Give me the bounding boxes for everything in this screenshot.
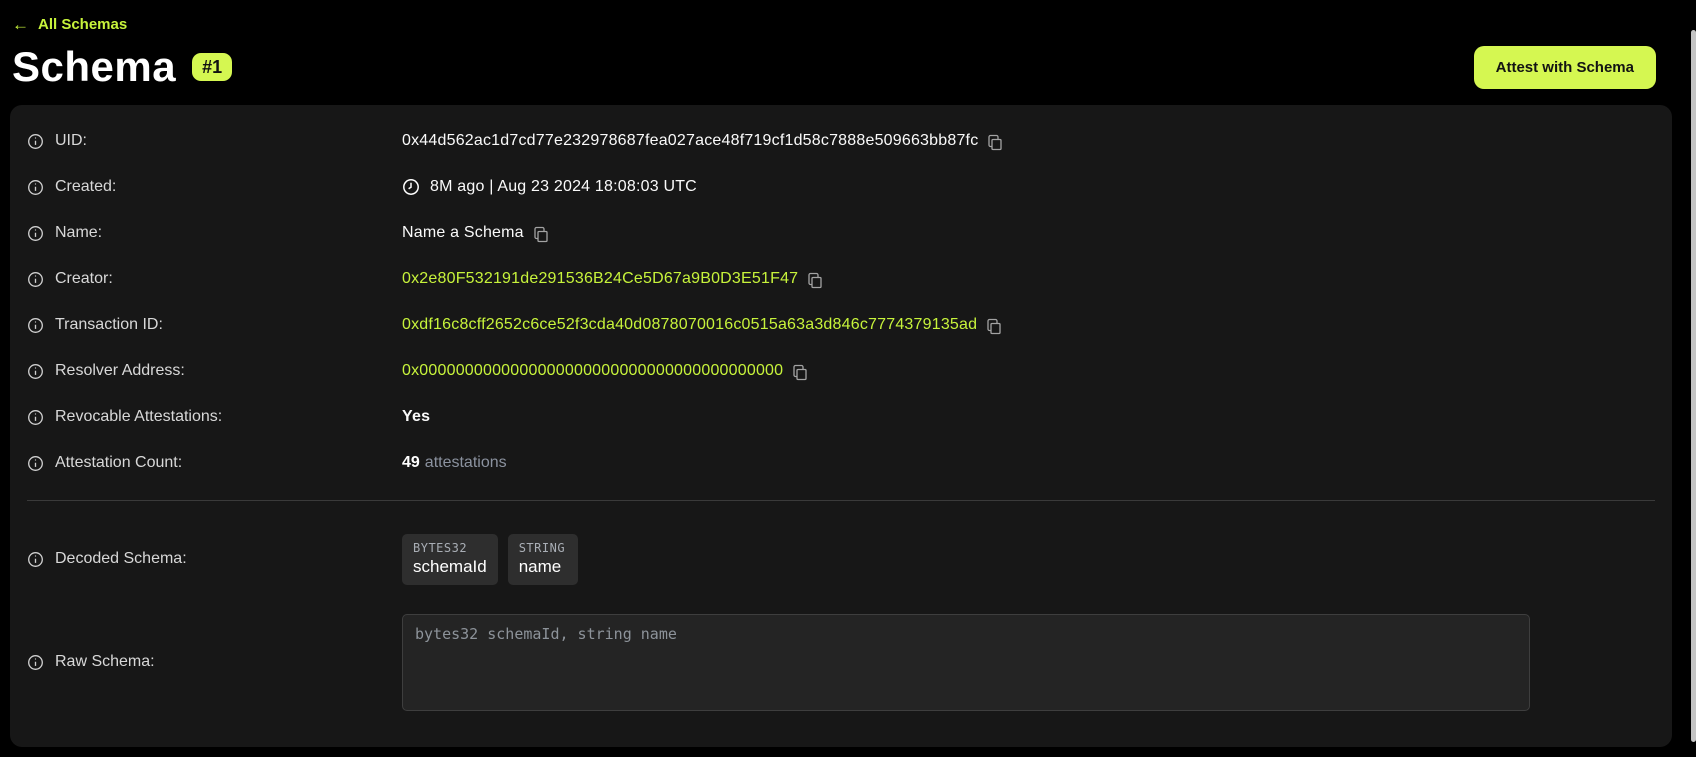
resolver-address-link[interactable]: 0x00000000000000000000000000000000000000… xyxy=(402,362,783,380)
revocable-attestations-row: Revocable Attestations: Yes xyxy=(27,394,1655,440)
attest-with-schema-button[interactable]: Attest with Schema xyxy=(1474,46,1656,89)
schema-field-badge: STRING name xyxy=(508,534,578,585)
info-icon[interactable] xyxy=(27,271,44,288)
schema-number-badge: #1 xyxy=(192,53,232,81)
raw-schema-row: Raw Schema: bytes32 schemaId, string nam… xyxy=(27,603,1655,721)
transaction-id-row: Transaction ID: 0xdf16c8cff2652c6ce52f3c… xyxy=(27,302,1655,348)
info-icon[interactable] xyxy=(27,317,44,334)
scrollbar[interactable] xyxy=(1690,0,1696,757)
clock-icon xyxy=(402,178,420,196)
creator-row: Creator: 0x2e80F532191de291536B24Ce5D67a… xyxy=(27,256,1655,302)
created-label: Created: xyxy=(55,178,116,196)
created-row: Created: 8M ago | Aug 23 2024 18:08:03 U… xyxy=(27,164,1655,210)
page-title: Schema xyxy=(12,43,176,91)
info-icon[interactable] xyxy=(27,551,44,568)
field-type: BYTES32 xyxy=(413,541,487,555)
raw-schema-textarea[interactable]: bytes32 schemaId, string name xyxy=(402,614,1530,711)
uid-label: UID: xyxy=(55,132,87,150)
copy-icon[interactable] xyxy=(807,272,823,289)
attestation-count-value: 49 xyxy=(402,454,420,472)
uid-value: 0x44d562ac1d7cd77e232978687fea027ace48f7… xyxy=(402,132,978,150)
creator-label: Creator: xyxy=(55,270,113,288)
field-type: STRING xyxy=(519,541,567,555)
raw-schema-label: Raw Schema: xyxy=(55,653,155,671)
info-icon[interactable] xyxy=(27,455,44,472)
info-icon[interactable] xyxy=(27,654,44,671)
attestation-count-row: Attestation Count: 49 attestations xyxy=(27,440,1655,486)
name-row: Name: Name a Schema xyxy=(27,210,1655,256)
attestation-count-label: Attestation Count: xyxy=(55,454,182,472)
name-value: Name a Schema xyxy=(402,224,524,242)
resolver-address-label: Resolver Address: xyxy=(55,362,185,380)
back-to-all-schemas-link[interactable]: ← All Schemas xyxy=(12,16,127,33)
scrollbar-thumb[interactable] xyxy=(1691,30,1696,742)
uid-row: UID: 0x44d562ac1d7cd77e232978687fea027ac… xyxy=(27,118,1655,164)
decoded-schema-fields: BYTES32 schemaId STRING name xyxy=(402,534,578,585)
schema-field-badge: BYTES32 schemaId xyxy=(402,534,498,585)
copy-icon[interactable] xyxy=(533,226,549,243)
section-divider xyxy=(27,500,1655,501)
page-header: ← All Schemas Schema #1 Attest with Sche… xyxy=(0,0,1696,91)
schema-details-card: UID: 0x44d562ac1d7cd77e232978687fea027ac… xyxy=(10,105,1672,747)
revocable-attestations-label: Revocable Attestations: xyxy=(55,408,222,426)
decoded-schema-label: Decoded Schema: xyxy=(55,550,187,568)
created-value: 8M ago | Aug 23 2024 18:08:03 UTC xyxy=(430,178,697,196)
info-icon[interactable] xyxy=(27,225,44,242)
info-icon[interactable] xyxy=(27,363,44,380)
copy-icon[interactable] xyxy=(986,318,1002,335)
back-link-label: All Schemas xyxy=(38,16,127,33)
info-icon[interactable] xyxy=(27,409,44,426)
transaction-id-label: Transaction ID: xyxy=(55,316,163,334)
field-name: name xyxy=(519,557,567,577)
back-arrow-icon: ← xyxy=(12,16,29,33)
revocable-value: Yes xyxy=(402,408,430,426)
decoded-schema-row: Decoded Schema: BYTES32 schemaId STRING … xyxy=(27,515,1655,603)
copy-icon[interactable] xyxy=(792,364,808,381)
info-icon[interactable] xyxy=(27,179,44,196)
field-name: schemaId xyxy=(413,557,487,577)
resolver-address-row: Resolver Address: 0x00000000000000000000… xyxy=(27,348,1655,394)
transaction-id-link[interactable]: 0xdf16c8cff2652c6ce52f3cda40d0878070016c… xyxy=(402,316,977,334)
info-icon[interactable] xyxy=(27,133,44,150)
name-label: Name: xyxy=(55,224,102,242)
attestations-link[interactable]: attestations xyxy=(425,454,507,472)
copy-icon[interactable] xyxy=(987,134,1003,151)
creator-address-link[interactable]: 0x2e80F532191de291536B24Ce5D67a9B0D3E51F… xyxy=(402,270,798,288)
